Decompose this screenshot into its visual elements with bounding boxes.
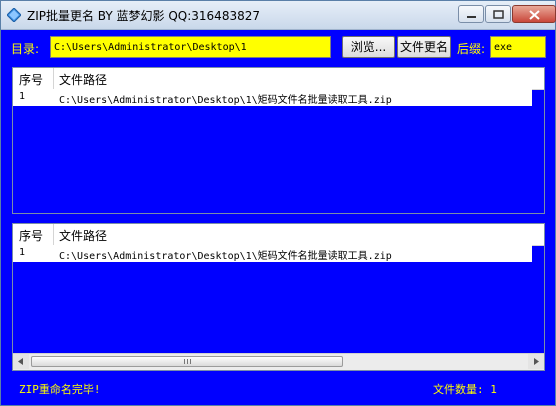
close-button[interactable] xyxy=(512,5,556,23)
column-header-path[interactable]: 文件路径 xyxy=(59,227,107,244)
row-path: C:\Users\Administrator\Desktop\1\矩码文件名批量… xyxy=(59,251,392,262)
suffix-input[interactable]: exe xyxy=(490,36,546,58)
title-bar: ZIP批量更名 BY 蓝梦幻影 QQ:316483827 xyxy=(1,1,556,30)
rename-files-button[interactable]: 文件更名 xyxy=(397,36,451,58)
column-divider[interactable] xyxy=(53,224,54,245)
scroll-left-icon xyxy=(18,358,23,365)
renamed-file-list[interactable]: 序号 文件路径 1 C:\Users\Administrator\Desktop… xyxy=(12,223,545,371)
table-row[interactable]: 1 C:\Users\Administrator\Desktop\1\矩码文件名… xyxy=(13,245,532,262)
directory-label: 目录: xyxy=(11,42,40,56)
column-header-index[interactable]: 序号 xyxy=(19,227,43,244)
thumb-grip xyxy=(190,359,191,364)
horizontal-scrollbar[interactable] xyxy=(13,353,544,370)
diamond-app-icon xyxy=(7,8,21,22)
source-file-list[interactable]: 序号 文件路径 1 C:\Users\Administrator\Desktop… xyxy=(12,67,545,214)
table-row[interactable]: 1 C:\Users\Administrator\Desktop\1\矩码文件名… xyxy=(13,89,532,106)
app-window: ZIP批量更名 BY 蓝梦幻影 QQ:316483827 目录: C:\User… xyxy=(0,0,556,406)
column-header-index[interactable]: 序号 xyxy=(19,71,43,88)
window-title: ZIP批量更名 BY 蓝梦幻影 QQ:316483827 xyxy=(27,9,260,23)
minimize-button[interactable] xyxy=(458,5,484,23)
scrollbar-thumb[interactable] xyxy=(31,356,343,367)
row-index: 1 xyxy=(19,247,26,258)
list-header: 序号 文件路径 xyxy=(13,224,544,246)
scroll-left-button[interactable] xyxy=(13,354,29,369)
close-icon xyxy=(529,10,540,20)
column-header-path[interactable]: 文件路径 xyxy=(59,71,107,88)
column-divider[interactable] xyxy=(53,68,54,89)
status-message: ZIP重命名完毕! xyxy=(19,383,101,396)
scroll-right-button[interactable] xyxy=(528,354,544,369)
browse-button[interactable]: 浏览... xyxy=(342,36,395,58)
list-header: 序号 文件路径 xyxy=(13,68,544,90)
minimize-icon xyxy=(467,16,476,18)
maximize-button[interactable] xyxy=(485,5,511,23)
maximize-icon xyxy=(493,10,504,19)
suffix-label: 后缀: xyxy=(457,42,486,56)
directory-input[interactable]: C:\Users\Administrator\Desktop\1 xyxy=(50,36,331,58)
thumb-grip xyxy=(184,359,185,364)
row-index: 1 xyxy=(19,91,26,102)
thumb-grip xyxy=(187,359,188,364)
file-count: 文件数量: 1 xyxy=(433,383,497,396)
row-path: C:\Users\Administrator\Desktop\1\矩码文件名批量… xyxy=(59,95,392,106)
scroll-right-icon xyxy=(534,358,539,365)
